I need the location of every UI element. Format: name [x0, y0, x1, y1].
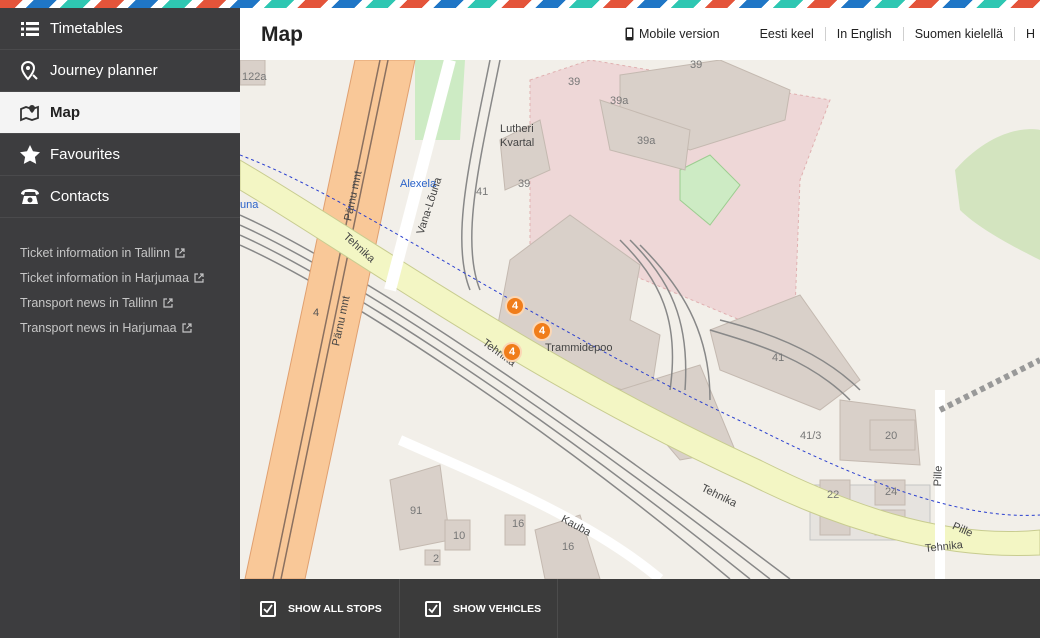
external-link-icon — [162, 297, 173, 308]
stop-badge[interactable]: 4 — [502, 342, 522, 362]
route-pin-icon — [20, 60, 40, 81]
house-number: 20 — [885, 430, 898, 442]
sidebar-item-label: Journey planner — [50, 62, 158, 79]
map-label: Lutheri — [500, 123, 534, 135]
house-number: 2 — [433, 553, 440, 565]
road-number: 4 — [313, 307, 320, 319]
link-news-harjumaa[interactable]: Transport news in Harjumaa — [0, 315, 240, 340]
link-ticket-tallinn[interactable]: Ticket information in Tallinn — [0, 240, 240, 265]
sidebar-item-label: Map — [50, 104, 80, 121]
map-label: Pille — [932, 465, 945, 487]
phone-icon — [20, 187, 40, 207]
sidebar-item-map[interactable]: Map — [0, 92, 240, 134]
map-options-bar: SHOW ALL STOPS SHOW VEHICLES — [240, 579, 1040, 638]
external-link-icon — [175, 247, 185, 258]
map-label: Kvartal — [500, 137, 535, 149]
house-number: 16 — [512, 518, 525, 530]
house-number: 39 — [568, 76, 581, 88]
house-number: 122a — [242, 71, 267, 83]
checkmark-icon — [428, 603, 438, 613]
sidebar-item-journey-planner[interactable]: Journey planner — [0, 50, 240, 92]
stop-badge[interactable]: 4 — [505, 296, 525, 316]
map-canvas[interactable]: Lutheri Kvartal Trammidepoo Alexela Vana… — [240, 60, 1040, 579]
lang-estonian[interactable]: Eesti keel — [760, 27, 826, 41]
house-number: 91 — [410, 505, 423, 517]
house-number: 16 — [562, 541, 575, 553]
header: Map Mobile version Eesti keel In English… — [240, 8, 1040, 60]
mobile-phone-icon — [625, 27, 634, 41]
star-icon — [20, 145, 40, 165]
show-all-stops-toggle[interactable]: SHOW ALL STOPS — [260, 579, 400, 638]
show-vehicles-toggle[interactable]: SHOW VEHICLES — [425, 579, 558, 638]
house-number: 41 — [476, 186, 489, 198]
sidebar-item-label: Favourites — [50, 146, 121, 163]
page-title: Map — [261, 23, 303, 46]
external-link-icon — [181, 322, 192, 333]
house-number: 41/3 — [800, 430, 822, 442]
mobile-version-link[interactable]: Mobile version — [625, 27, 720, 41]
sidebar-item-favourites[interactable]: Favourites — [0, 134, 240, 176]
sidebar-item-label: Contacts — [50, 188, 110, 205]
sidebar-item-timetables[interactable]: Timetables — [0, 8, 240, 50]
checkbox[interactable] — [425, 600, 441, 617]
map-icon — [20, 103, 40, 123]
external-links: Ticket information in Tallinn Ticket inf… — [0, 218, 240, 340]
lang-finnish[interactable]: Suomen kielellä — [904, 27, 1015, 41]
house-number: 22 — [827, 489, 840, 501]
map-label: Trammidepoo — [545, 342, 613, 354]
checkbox[interactable] — [260, 600, 276, 617]
list-icon — [20, 19, 40, 39]
house-number: 41 — [772, 352, 785, 364]
house-number: 39 — [518, 178, 531, 190]
sidebar-item-contacts[interactable]: Contacts — [0, 176, 240, 218]
external-link-icon — [194, 272, 204, 283]
house-number: 39a — [637, 135, 656, 147]
house-number: 24 — [885, 486, 898, 498]
link-ticket-harjumaa[interactable]: Ticket information in Harjumaa — [0, 265, 240, 290]
sidebar: Timetables Journey planner Map Favourite… — [0, 8, 240, 638]
house-number: 39 — [690, 60, 703, 71]
sidebar-item-label: Timetables — [50, 20, 123, 37]
lang-other[interactable]: H — [1015, 27, 1040, 41]
stop-badge[interactable]: 4 — [532, 321, 552, 341]
house-number: 39a — [610, 95, 629, 107]
checkmark-icon — [263, 603, 273, 613]
map-label: una — [240, 199, 259, 211]
link-news-tallinn[interactable]: Transport news in Tallinn — [0, 290, 240, 315]
house-number: 10 — [453, 530, 466, 542]
airmail-stripe — [0, 0, 1040, 8]
header-links: Mobile version Eesti keel In English Suo… — [625, 27, 1040, 41]
lang-english[interactable]: In English — [826, 27, 904, 41]
